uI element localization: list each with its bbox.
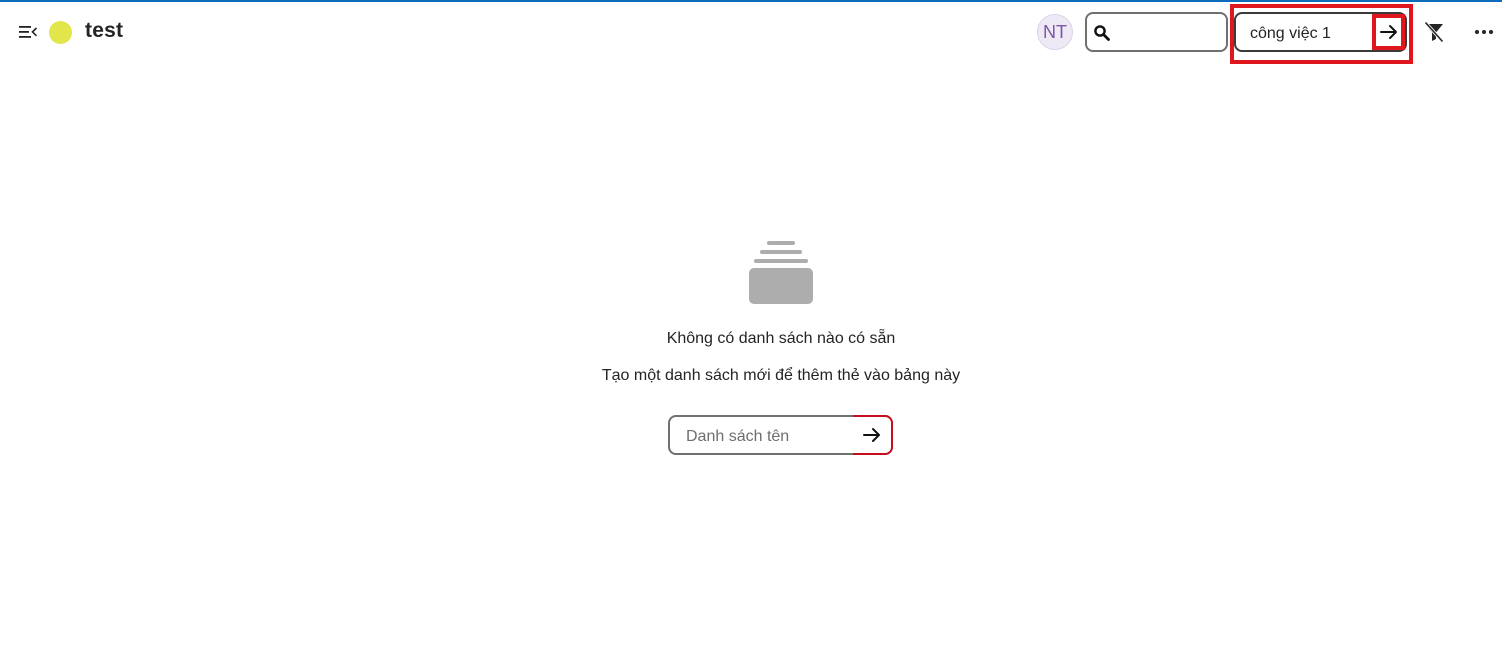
more-horizontal-icon[interactable] [1472, 22, 1496, 42]
filter-off-icon[interactable] [1422, 20, 1446, 44]
add-list-button[interactable] [853, 415, 893, 455]
list-name-input[interactable] [684, 423, 858, 451]
search-box [1085, 12, 1228, 52]
empty-state-title: Không có danh sách nào có sẵn [666, 330, 896, 347]
search-icon [1094, 25, 1110, 41]
board-title: test [85, 19, 124, 42]
arrow-right-icon [1379, 25, 1397, 39]
task-submit-button[interactable] [1372, 14, 1405, 50]
empty-state-subtitle: Tạo một danh sách mới để thêm thẻ vào bả… [601, 367, 961, 384]
board-color-dot [49, 21, 72, 44]
stacked-cards-icon [749, 241, 813, 304]
collapse-menu-icon[interactable] [18, 23, 38, 41]
arrow-right-icon [863, 428, 880, 442]
top-accent-bar [0, 0, 1502, 2]
task-name-input[interactable] [1248, 20, 1372, 48]
avatar-initials: NT [1043, 21, 1067, 42]
user-avatar[interactable]: NT [1037, 14, 1073, 50]
search-input[interactable] [1115, 18, 1227, 48]
